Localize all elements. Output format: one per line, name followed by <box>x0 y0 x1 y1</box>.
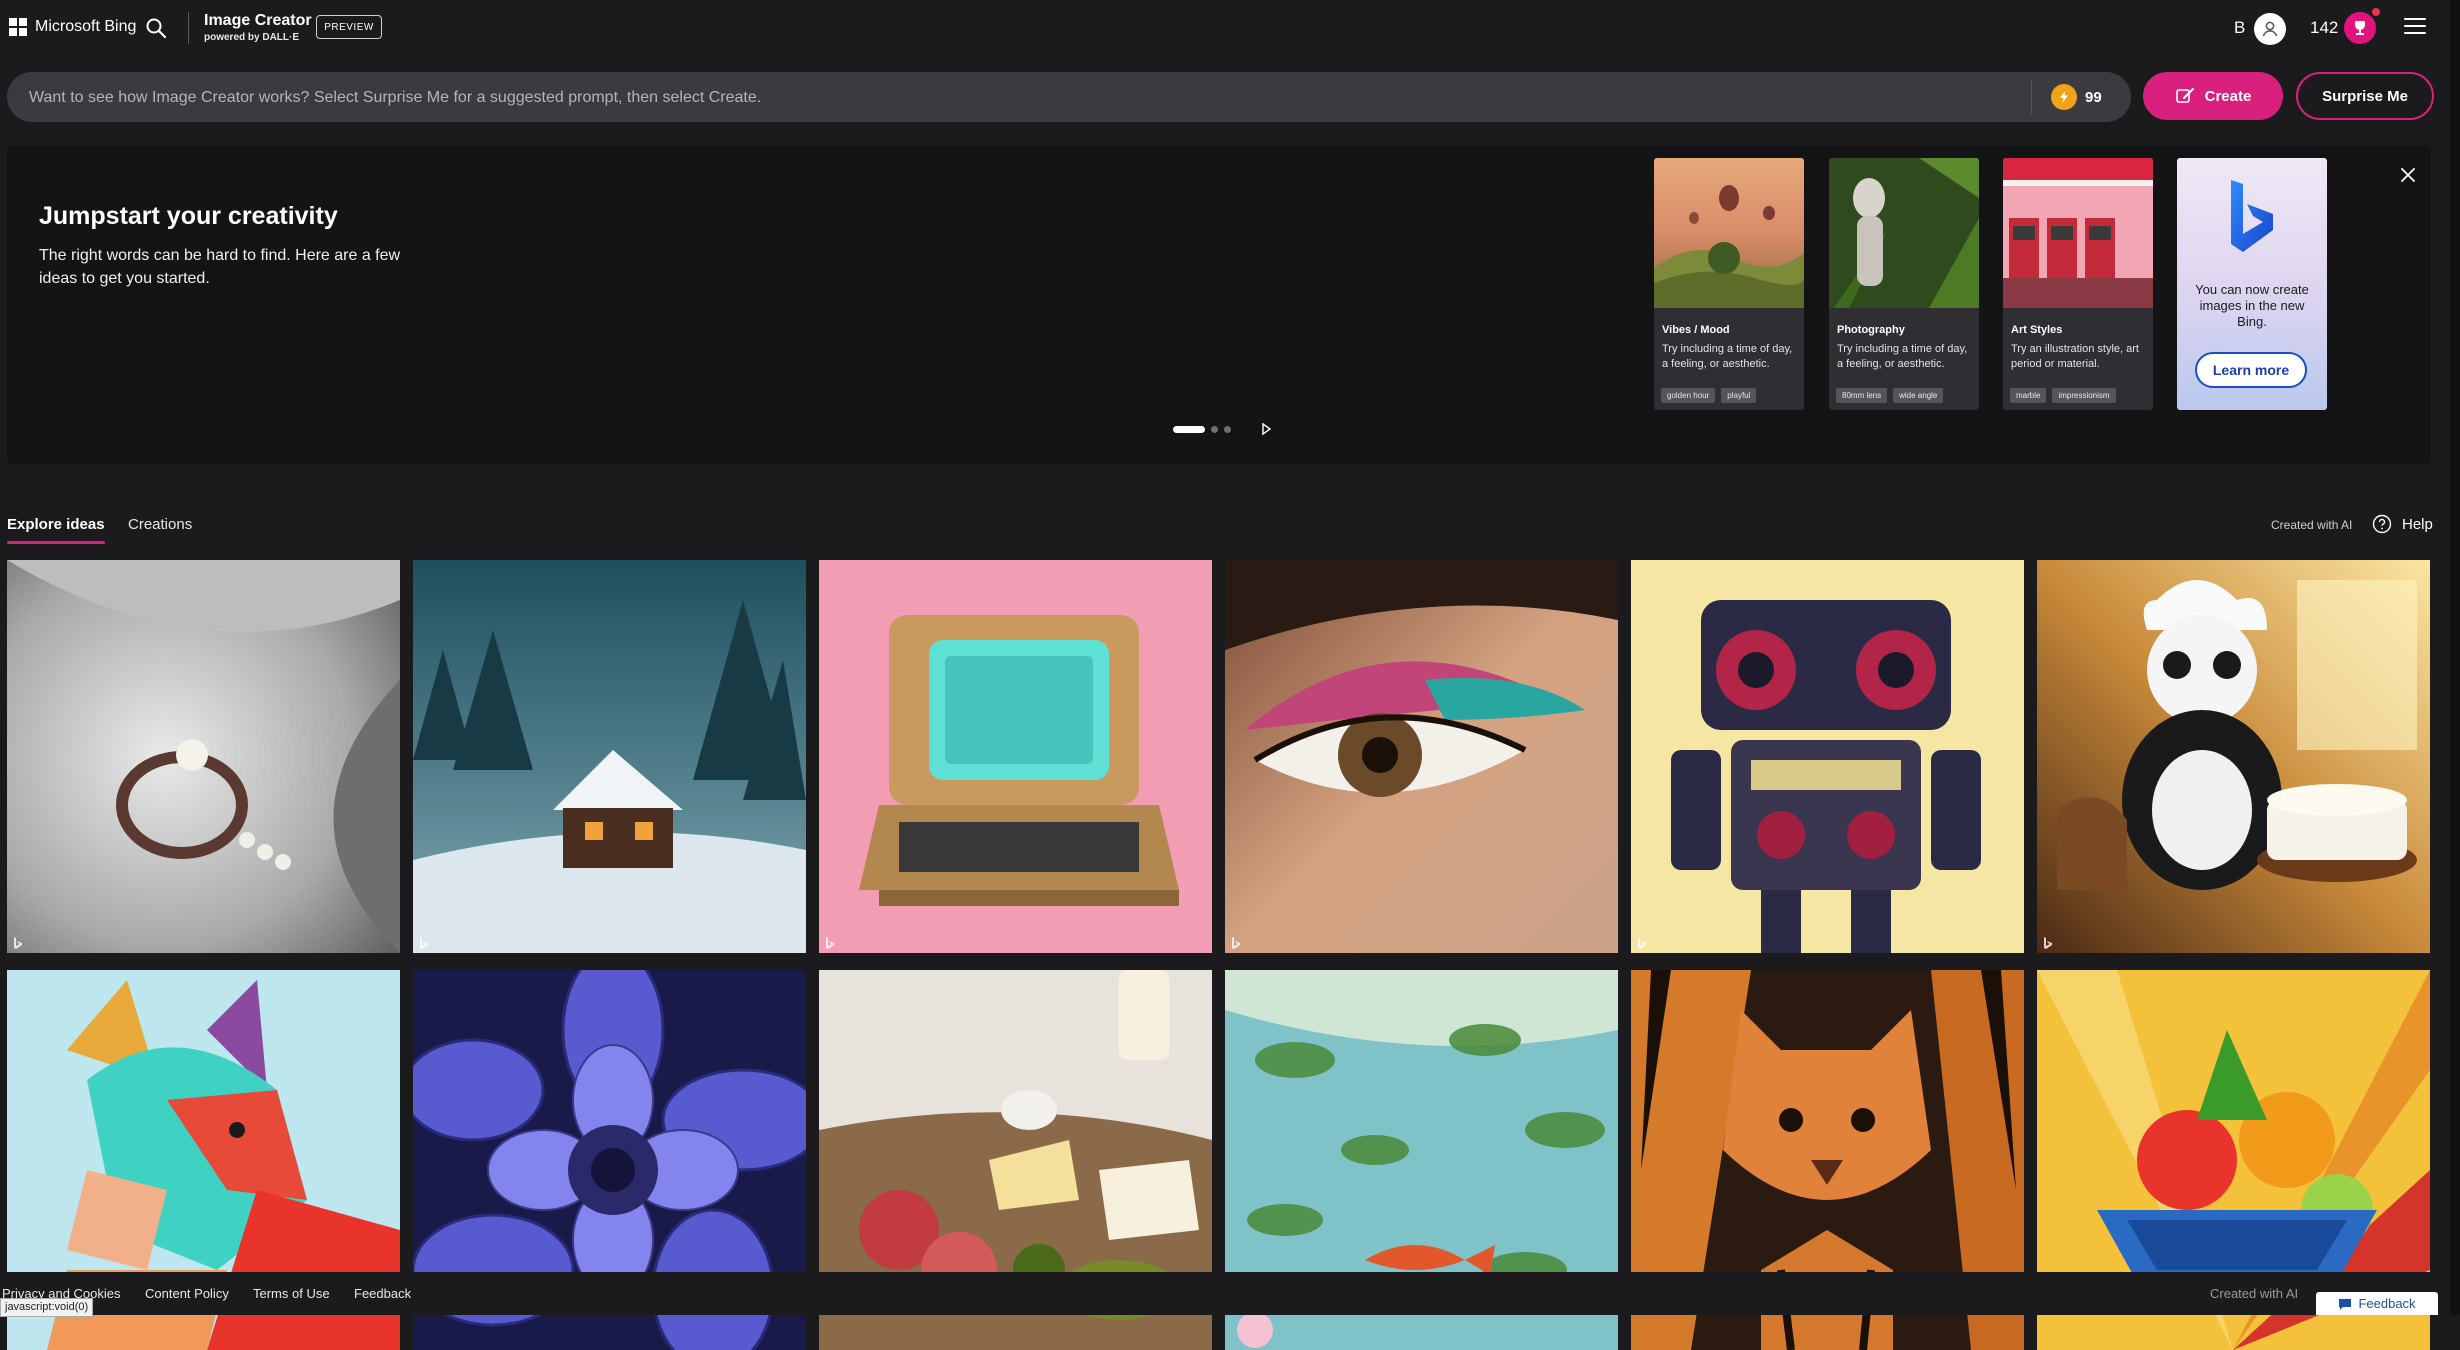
boost-divider <box>2031 80 2032 114</box>
new-bing-text: You can now create images in the new Bin… <box>2195 282 2309 329</box>
idea-chip[interactable]: impressionism <box>2052 388 2116 403</box>
create-label: Create <box>2204 87 2252 105</box>
jumpstart-panel: Jumpstart your creativity The right word… <box>7 146 2431 464</box>
brand-name: Microsoft Bing <box>35 18 137 35</box>
browser-status-url: javascript:void(0) <box>0 1298 94 1317</box>
idea-image-balloons <box>1654 158 1804 308</box>
idea-chip[interactable]: wide angle <box>1893 388 1944 403</box>
idea-card-photography[interactable]: Photography Try including a time of day,… <box>1829 158 1979 410</box>
carousel-dot-2[interactable] <box>1211 426 1218 433</box>
idea-description: Try an illustration style, art period or… <box>2011 343 2139 370</box>
page-scrollbar[interactable] <box>2450 0 2460 1315</box>
idea-chip[interactable]: 80mm lens <box>1836 388 1888 403</box>
idea-chip[interactable]: playful <box>1721 388 1757 403</box>
gallery-image-panda-chef[interactable] <box>2037 560 2430 953</box>
idea-chip[interactable]: golden hour <box>1661 388 1716 403</box>
bing-logo-icon <box>2231 180 2273 252</box>
bing-watermark-icon <box>2044 937 2052 949</box>
created-with-ai-label: Created with AI <box>2271 518 2353 532</box>
boost-bolt-icon <box>2051 84 2077 110</box>
jumpstart-text: The right words can be hard to find. Her… <box>39 247 401 287</box>
bing-watermark-icon <box>826 937 834 949</box>
feedback-icon <box>2339 1298 2352 1310</box>
app-title[interactable]: Image Creator <box>204 12 312 30</box>
bing-watermark-icon <box>420 937 428 949</box>
bing-watermark-icon <box>1638 937 1646 949</box>
feedback-button[interactable]: Feedback <box>2316 1292 2438 1315</box>
boost-count: 99 <box>2085 88 2102 106</box>
user-initial[interactable]: B <box>2234 18 2245 38</box>
content-policy-link[interactable]: Content Policy <box>145 1286 229 1301</box>
idea-image-statue <box>1829 158 1979 308</box>
user-avatar[interactable] <box>2254 13 2286 45</box>
idea-card-vibes-mood[interactable]: Vibes / Mood Try including a time of day… <box>1654 158 1804 410</box>
paint-brush-icon <box>2175 88 2194 103</box>
rewards-trophy-icon <box>2355 21 2365 35</box>
new-bing-card: You can now create images in the new Bin… <box>2177 158 2327 410</box>
terms-link[interactable]: Terms of Use <box>253 1286 330 1301</box>
feedback-button-label: Feedback <box>2358 1296 2416 1311</box>
idea-title: Photography <box>1837 324 1905 336</box>
menu-icon[interactable] <box>2404 18 2426 36</box>
idea-chip[interactable]: marble <box>2010 388 2047 403</box>
top-header: Microsoft Bing Image Creator powered by … <box>0 0 2460 56</box>
header-divider <box>188 12 189 44</box>
footer: Privacy and Cookies Content Policy Terms… <box>0 1272 2460 1315</box>
gallery-image-boombox-robot[interactable] <box>1631 560 2024 953</box>
prompt-input[interactable] <box>27 72 2011 124</box>
idea-description: Try including a time of day, a feeling, … <box>1837 343 1968 370</box>
gallery-image-eye-makeup[interactable] <box>1225 560 1618 953</box>
footer-created-with-ai: Created with AI <box>2210 1286 2299 1301</box>
jumpstart-title: Jumpstart your creativity <box>39 202 338 230</box>
tab-explore-ideas[interactable]: Explore ideas <box>7 516 105 544</box>
carousel-dot-1[interactable] <box>1173 426 1205 433</box>
tab-creations[interactable]: Creations <box>128 516 192 533</box>
gallery-image-retro-computer[interactable] <box>819 560 1212 953</box>
carousel-dots <box>1173 426 1231 433</box>
help-icon[interactable] <box>2372 514 2392 534</box>
boost-counter[interactable]: 99 <box>2051 84 2102 110</box>
create-button[interactable]: Create <box>2143 72 2283 120</box>
rewards-button[interactable] <box>2344 12 2376 44</box>
learn-more-button[interactable]: Learn more <box>2195 352 2307 388</box>
search-icon[interactable] <box>144 16 168 40</box>
prompt-bar: 99 <box>7 72 2131 124</box>
idea-title: Vibes / Mood <box>1662 324 1730 336</box>
bing-home-link[interactable]: Microsoft Bing <box>9 18 136 36</box>
bing-watermark-icon <box>1232 937 1240 949</box>
close-icon[interactable] <box>2397 164 2419 186</box>
app-subtitle: powered by DALL·E <box>204 32 300 43</box>
chevron-right-icon[interactable] <box>1259 422 1273 436</box>
user-icon <box>2262 21 2278 37</box>
surprise-me-button[interactable]: Surprise Me <box>2296 72 2434 120</box>
gallery-image-pearl-ring[interactable] <box>7 560 400 953</box>
idea-title: Art Styles <box>2011 324 2063 336</box>
windows-logo-icon <box>9 18 27 36</box>
gallery-image-snow-cabin[interactable] <box>413 560 806 953</box>
feedback-link[interactable]: Feedback <box>354 1286 411 1301</box>
help-link[interactable]: Help <box>2402 516 2433 533</box>
preview-badge: PREVIEW <box>316 15 382 39</box>
rewards-points[interactable]: 142 <box>2310 18 2338 38</box>
carousel-dot-3[interactable] <box>1224 426 1231 433</box>
notification-dot <box>2372 8 2380 16</box>
idea-description: Try including a time of day, a feeling, … <box>1662 343 1793 370</box>
bing-watermark-icon <box>14 937 22 949</box>
idea-image-gas-station <box>2003 158 2153 308</box>
idea-card-art-styles[interactable]: Art Styles Try an illustration style, ar… <box>2003 158 2153 410</box>
